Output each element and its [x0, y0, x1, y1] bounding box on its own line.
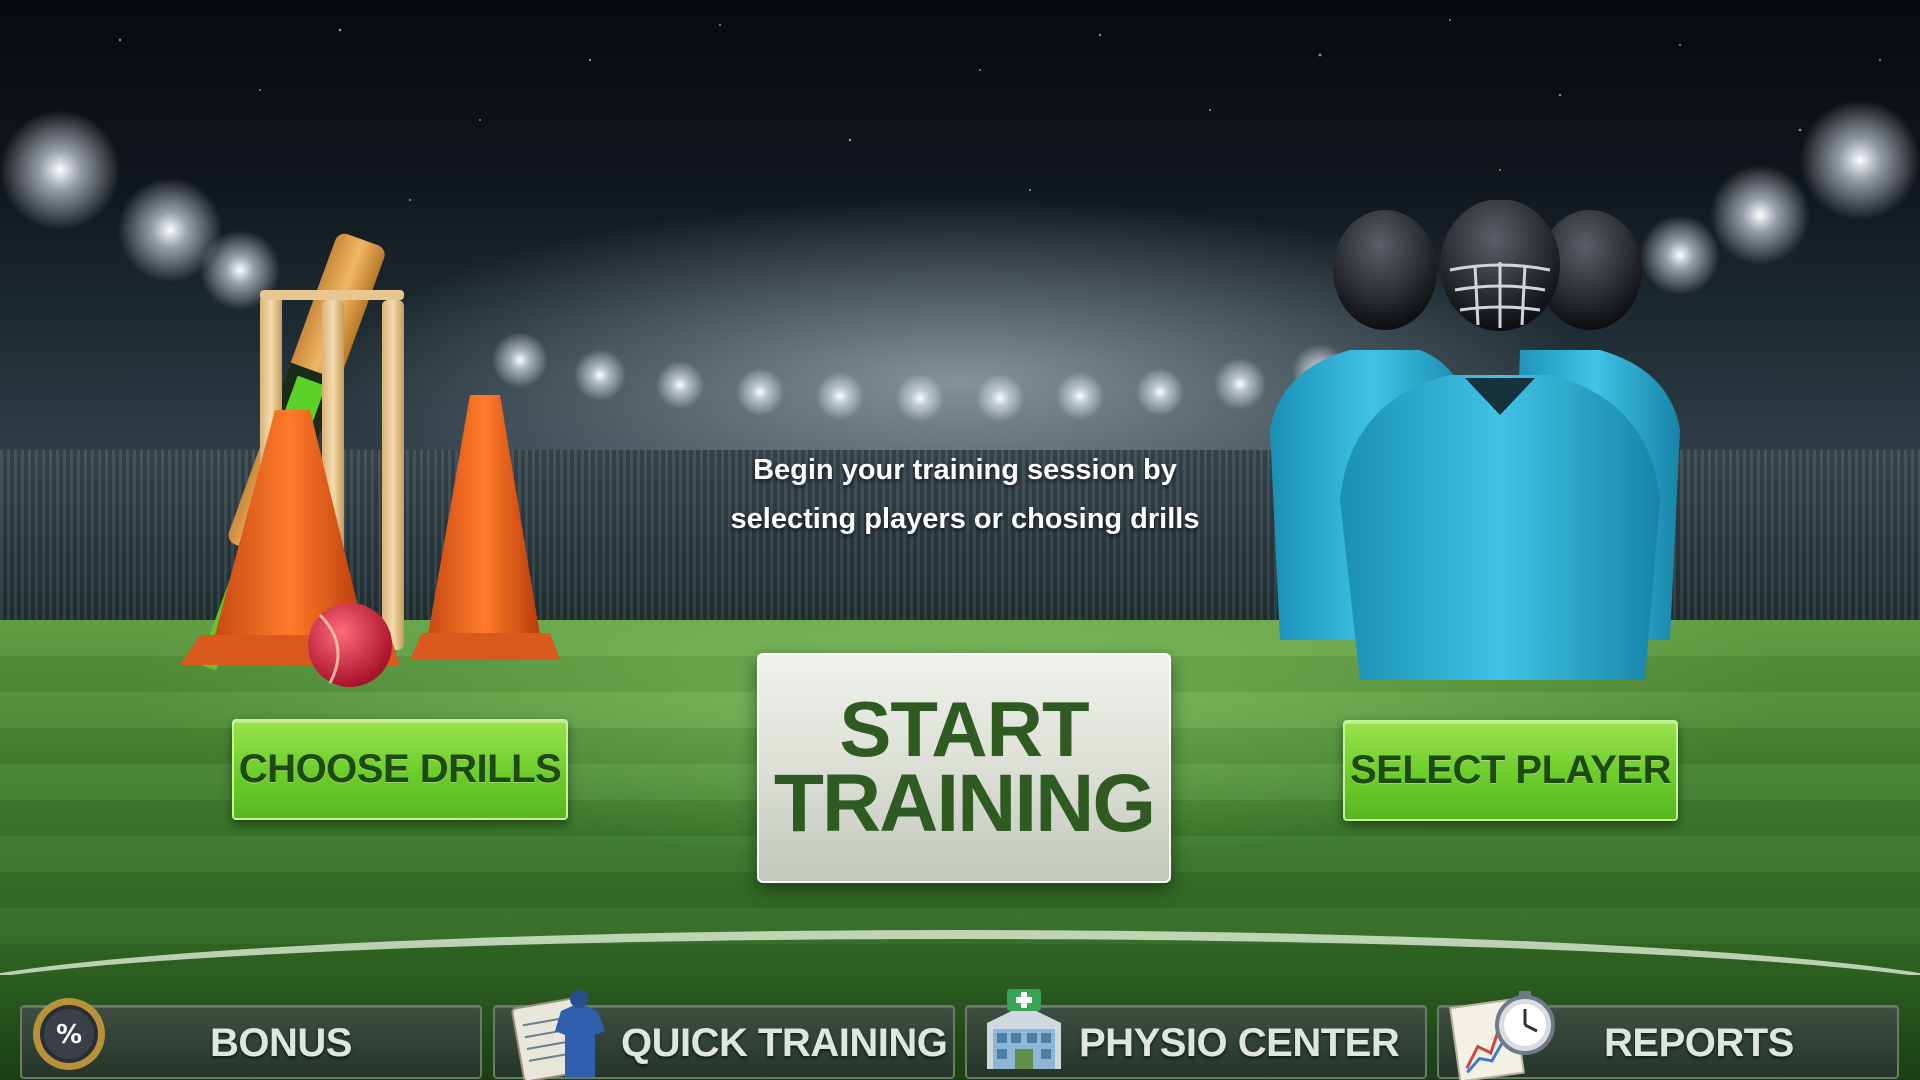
start-training-button[interactable]: START TRAINING [757, 653, 1171, 883]
tab-bonus[interactable]: % BONUS [20, 998, 482, 1079]
percent-coin-icon: % [33, 998, 105, 1070]
chart-stopwatch-icon [1449, 991, 1555, 1080]
hospital-building-icon [987, 989, 1061, 1069]
tab-bonus-label: BONUS [210, 1021, 352, 1065]
tab-quick-training[interactable]: QUICK TRAINING [493, 990, 955, 1080]
clipboard-jersey-icon [511, 990, 605, 1080]
choose-drills-button[interactable]: CHOOSE DRILLS [232, 719, 568, 820]
drills-equipment-icon [180, 233, 560, 687]
tab-reports-label: REPORTS [1604, 1021, 1794, 1065]
players-jerseys-icon [1270, 200, 1680, 680]
tab-quick-training-label: QUICK TRAINING [621, 1021, 948, 1065]
start-training-line-1: START [839, 685, 1089, 773]
select-player-button[interactable]: SELECT PLAYER [1343, 720, 1678, 821]
intro-line-1: Begin your training session by [753, 454, 1177, 486]
tab-physio-center-label: PHYSIO CENTER [1079, 1021, 1400, 1065]
bottom-navigation: % BONUS QUICK TRAINING PHYSIO CENTER REP… [0, 989, 1920, 1080]
svg-text:%: % [56, 1020, 82, 1050]
training-screen: Begin your training session by selecting… [0, 0, 1920, 1080]
tab-reports[interactable]: REPORTS [1437, 991, 1899, 1080]
intro-line-2: selecting players or chosing drills [730, 503, 1200, 535]
tab-physio-center[interactable]: PHYSIO CENTER [965, 989, 1427, 1079]
intro-text: Begin your training session by selecting… [700, 446, 1230, 544]
start-training-line-2: TRAINING [773, 758, 1156, 849]
